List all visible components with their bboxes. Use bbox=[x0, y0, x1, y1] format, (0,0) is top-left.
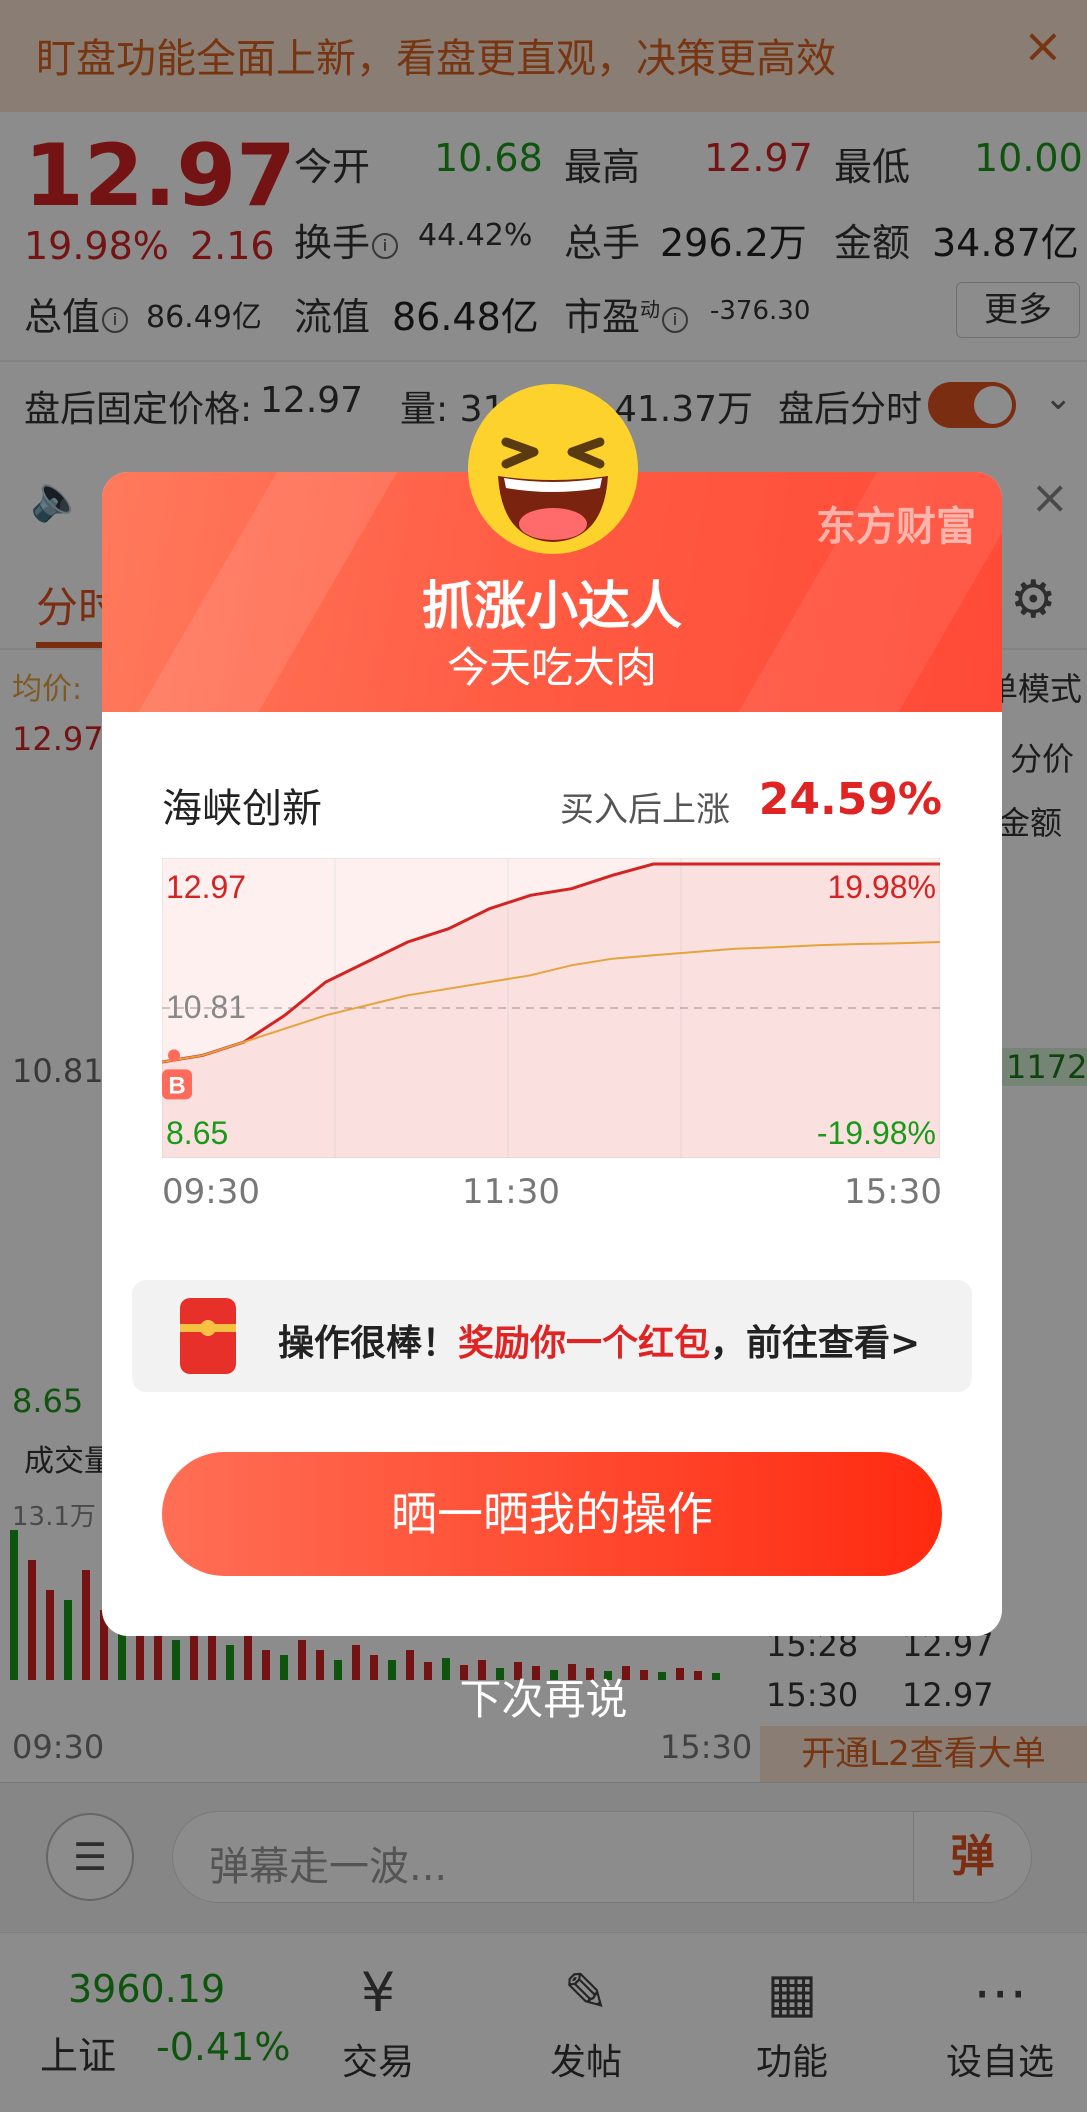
gain-label: 买入后上涨 bbox=[560, 790, 730, 830]
y-low-pct-label: -19.98% bbox=[817, 1115, 936, 1151]
modal-title: 抓涨小达人 bbox=[421, 577, 682, 637]
y-mid-label: 10.81 bbox=[166, 989, 246, 1025]
red-envelope-icon bbox=[180, 1298, 236, 1374]
later-button[interactable]: 下次再说 bbox=[0, 1666, 1087, 1727]
x-tick-label: 15:30 bbox=[844, 1172, 942, 1212]
reward-banner[interactable]: 操作很棒！奖励你一个红包，前往查看> bbox=[132, 1280, 972, 1392]
gain-value: 24.59% bbox=[758, 774, 942, 825]
laughing-emoji-icon bbox=[468, 384, 638, 554]
envelope-dot bbox=[200, 1320, 216, 1336]
stock-name: 海峡创新 bbox=[162, 786, 322, 832]
modal-subtitle: 今天吃大肉 bbox=[446, 643, 657, 692]
buy-marker-label: B bbox=[168, 1072, 185, 1099]
brand-logo: 东方财富 bbox=[816, 504, 976, 550]
achievement-modal: 东方财富 抓涨小达人 今天吃大肉 海峡创新 买入后上涨 24.59% B 12.… bbox=[102, 472, 1002, 1636]
x-tick-label: 11:30 bbox=[462, 1172, 560, 1212]
mini-price-chart: B 12.97 10.81 8.65 19.98% -19.98% bbox=[162, 858, 940, 1158]
buy-point bbox=[168, 1049, 180, 1062]
y-low-label: 8.65 bbox=[166, 1115, 228, 1151]
x-tick-label: 09:30 bbox=[162, 1172, 260, 1212]
y-high-label: 12.97 bbox=[166, 869, 246, 905]
share-operation-button[interactable]: 晒一晒我的操作 bbox=[162, 1452, 942, 1576]
y-high-pct-label: 19.98% bbox=[827, 869, 936, 905]
reward-text: 操作很棒！奖励你一个红包，前往查看> bbox=[278, 1323, 921, 1364]
